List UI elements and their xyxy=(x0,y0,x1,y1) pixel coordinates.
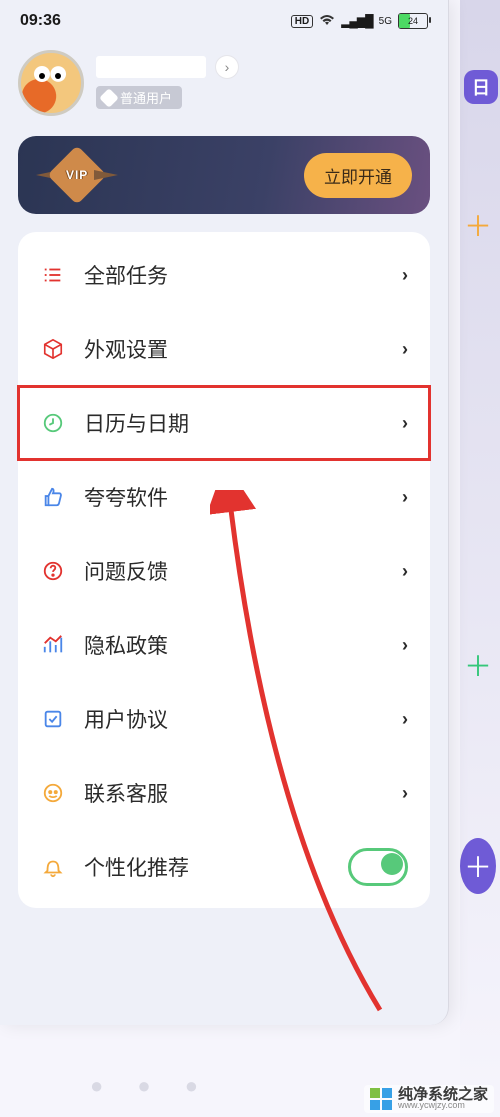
menu-item-rate[interactable]: 夸夸软件 › xyxy=(18,460,430,534)
calendar-glyph: 日 xyxy=(472,74,490,100)
network-badge: 5G xyxy=(379,16,392,27)
chart-icon xyxy=(40,634,66,656)
vip-banner[interactable]: VIP 立即开通 xyxy=(18,136,430,214)
settings-menu: 全部任务 › 外观设置 › 日历与日期 › 夸夸软件 › 问题反馈 › 隐私政策… xyxy=(18,232,430,908)
personalize-toggle[interactable] xyxy=(348,848,408,886)
bell-icon xyxy=(40,856,66,878)
menu-item-appearance[interactable]: 外观设置 › xyxy=(18,312,430,386)
headset-icon xyxy=(40,782,66,804)
watermark: 纯净系统之家 www.ycwjzy.com xyxy=(364,1085,494,1113)
menu-item-feedback[interactable]: 问题反馈 › xyxy=(18,534,430,608)
menu-item-agreement[interactable]: 用户协议 › xyxy=(18,682,430,756)
add-task-plus-green[interactable]: ＋ xyxy=(464,645,492,685)
clock-icon xyxy=(40,412,66,434)
chevron-right-icon: › xyxy=(402,487,408,508)
menu-item-calendar[interactable]: 日历与日期 › xyxy=(18,386,430,460)
avatar[interactable] xyxy=(18,50,84,116)
username-placeholder xyxy=(96,56,206,78)
badge-gem-icon xyxy=(99,88,119,108)
primary-fab[interactable]: ＋ xyxy=(460,838,496,894)
vip-cta-button[interactable]: 立即开通 xyxy=(304,153,412,198)
vip-badge-icon: VIP xyxy=(36,154,118,196)
menu-item-personalize[interactable]: 个性化推荐 xyxy=(18,830,430,904)
menu-label: 联系客服 xyxy=(84,778,402,808)
badge-label: 普通用户 xyxy=(120,88,172,107)
chevron-right-icon: › xyxy=(402,635,408,656)
cube-icon xyxy=(40,338,66,360)
chevron-right-icon: › xyxy=(402,339,408,360)
menu-label: 外观设置 xyxy=(84,334,402,364)
add-task-plus-orange[interactable]: ＋ xyxy=(464,205,492,245)
menu-label: 用户协议 xyxy=(84,704,402,734)
ghost-nav-hint: ● ● ● xyxy=(90,1073,212,1099)
menu-label: 问题反馈 xyxy=(84,556,402,586)
status-time: 09:36 xyxy=(20,12,61,30)
thumbs-up-icon xyxy=(40,486,66,508)
battery-icon: 24 xyxy=(398,13,428,29)
question-icon xyxy=(40,560,66,582)
wifi-icon xyxy=(319,14,335,29)
menu-label: 隐私政策 xyxy=(84,630,402,660)
calendar-fab-icon[interactable]: 日 xyxy=(464,70,498,104)
menu-label: 日历与日期 xyxy=(84,408,402,438)
chevron-right-icon: › xyxy=(402,413,408,434)
chevron-right-icon: › xyxy=(402,265,408,286)
watermark-url: www.ycwjzy.com xyxy=(398,1101,488,1111)
check-doc-icon xyxy=(40,708,66,730)
list-icon xyxy=(40,264,66,286)
menu-label: 夸夸软件 xyxy=(84,482,402,512)
menu-label: 全部任务 xyxy=(84,260,402,290)
profile-section[interactable]: › 普通用户 xyxy=(0,42,448,136)
signal-icon: ▂▄▆█ xyxy=(341,14,372,28)
menu-item-privacy[interactable]: 隐私政策 › xyxy=(18,608,430,682)
hd-badge: HD xyxy=(291,15,313,28)
status-bar: 09:36 HD ▂▄▆█ 5G 24 xyxy=(0,0,448,42)
menu-label: 个性化推荐 xyxy=(84,852,348,882)
user-tier-badge: 普通用户 xyxy=(96,86,182,109)
watermark-logo-icon xyxy=(370,1088,392,1110)
chevron-right-icon: › xyxy=(402,783,408,804)
menu-item-all-tasks[interactable]: 全部任务 › xyxy=(18,238,430,312)
menu-item-support[interactable]: 联系客服 › xyxy=(18,756,430,830)
profile-chevron-icon[interactable]: › xyxy=(216,56,238,78)
background-sliver xyxy=(460,0,500,1117)
side-drawer: 09:36 HD ▂▄▆█ 5G 24 › 普通用户 VIP xyxy=(0,0,449,1025)
chevron-right-icon: › xyxy=(402,709,408,730)
chevron-right-icon: › xyxy=(402,561,408,582)
